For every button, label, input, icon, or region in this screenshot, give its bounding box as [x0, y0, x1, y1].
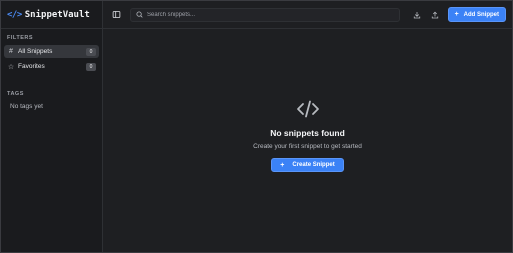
add-snippet-label: Add Snippet: [463, 11, 499, 18]
search-input[interactable]: [147, 11, 395, 18]
search-icon: [135, 11, 143, 19]
empty-state: No snippets found Create your first snip…: [103, 29, 512, 252]
count-badge: 0: [86, 47, 96, 56]
search-box[interactable]: [130, 7, 400, 22]
sidebar-item-label: Favorites: [18, 63, 45, 70]
hash-icon: #: [9, 48, 13, 55]
sidebar: </> SnippetVault FILTERS # All Snippets …: [1, 1, 103, 252]
code-brackets-icon: </>: [7, 9, 22, 20]
sidebar-toggle-icon[interactable]: [110, 9, 122, 21]
app-window: </> SnippetVault FILTERS # All Snippets …: [0, 0, 513, 253]
main-panel: + Add Snippet No snippets found Create y…: [103, 1, 512, 252]
app-title: SnippetVault: [24, 9, 90, 20]
filters-heading: FILTERS: [7, 35, 34, 41]
empty-state-title: No snippets found: [270, 128, 345, 138]
code-icon: [296, 99, 320, 119]
create-snippet-label: Create Snippet: [292, 162, 335, 168]
upload-icon[interactable]: [428, 8, 442, 22]
star-icon: ☆: [7, 63, 15, 71]
no-tags-text: No tags yet: [10, 103, 43, 110]
sidebar-item-all-snippets[interactable]: # All Snippets 0: [4, 45, 99, 58]
plus-icon: +: [280, 161, 285, 169]
tags-heading: TAGS: [7, 91, 24, 97]
empty-state-subtitle: Create your first snippet to get started: [253, 143, 362, 150]
brand: </> SnippetVault: [1, 1, 102, 29]
sidebar-item-label: All Snippets: [18, 48, 53, 55]
sidebar-item-favorites[interactable]: ☆ Favorites 0: [4, 60, 99, 73]
create-snippet-button[interactable]: + Create Snippet: [271, 158, 344, 172]
plus-icon: +: [454, 11, 459, 18]
toolbar: + Add Snippet: [103, 1, 512, 29]
download-icon[interactable]: [410, 8, 424, 22]
count-badge: 0: [86, 62, 96, 71]
add-snippet-button[interactable]: + Add Snippet: [447, 7, 506, 22]
